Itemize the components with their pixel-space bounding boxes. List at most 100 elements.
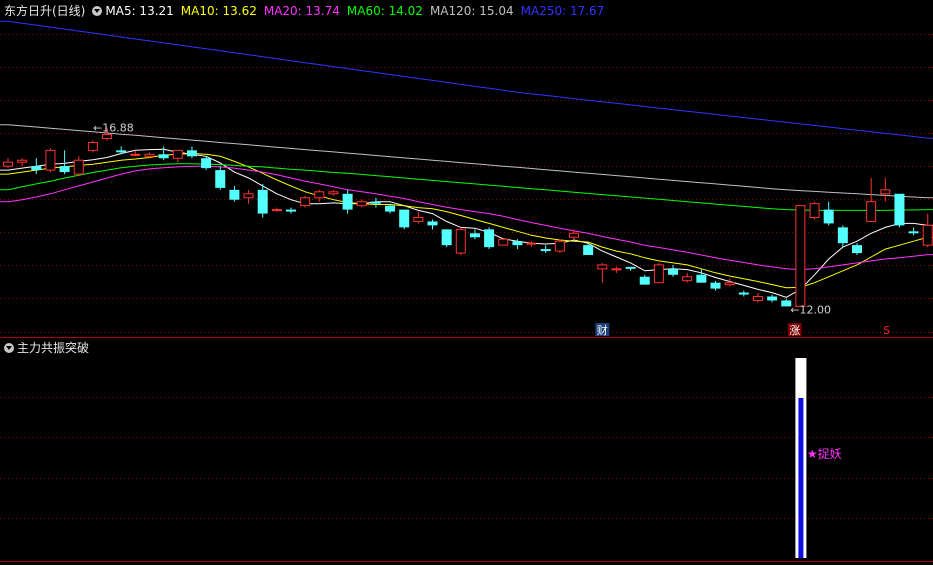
candlestick-series[interactable]: [3, 127, 933, 307]
main-chart-header: 东方日升(日线) MA5: 13.21 MA10: 13.62 MA20: 13…: [4, 3, 611, 19]
candle[interactable]: [526, 241, 537, 248]
candle-body-up: [554, 240, 565, 252]
candle[interactable]: [710, 280, 721, 291]
candle-body-up: [724, 282, 735, 286]
candle-body-up: [130, 153, 141, 156]
candle-body-down: [767, 296, 778, 301]
candle[interactable]: [158, 146, 169, 161]
candle[interactable]: [469, 229, 480, 240]
candle[interactable]: [795, 205, 806, 307]
candle[interactable]: [441, 229, 452, 248]
candle-body-down: [484, 229, 495, 248]
candle[interactable]: [201, 156, 212, 171]
candle[interactable]: [639, 274, 650, 285]
candle-body-down: [399, 209, 410, 228]
candle[interactable]: [682, 272, 693, 283]
candle[interactable]: [73, 156, 84, 177]
candle[interactable]: [823, 201, 834, 226]
candle-body-down: [894, 193, 905, 226]
candle[interactable]: [597, 262, 608, 283]
candle[interactable]: [837, 225, 848, 248]
ma250-label: MA250: 17.67: [520, 4, 605, 18]
candle[interactable]: [724, 278, 735, 287]
moving-average-lines: [0, 20, 933, 298]
candle-body-down: [908, 231, 919, 234]
dropdown-circle-icon[interactable]: [4, 343, 14, 353]
candle[interactable]: [653, 262, 664, 284]
candle[interactable]: [668, 264, 679, 277]
candle[interactable]: [186, 146, 197, 159]
candle[interactable]: [880, 178, 891, 202]
candle-body-up: [300, 197, 311, 207]
candle-body-up: [795, 205, 806, 307]
indicator-title[interactable]: 主力共振突破: [17, 340, 89, 356]
candle[interactable]: [356, 199, 367, 208]
candle-body-down: [469, 233, 480, 238]
candle[interactable]: [908, 227, 919, 236]
candle[interactable]: [498, 238, 509, 246]
candle-body-up: [243, 193, 254, 199]
candle[interactable]: [455, 227, 466, 256]
candle[interactable]: [31, 158, 42, 175]
candle[interactable]: [569, 229, 579, 240]
candle[interactable]: [3, 158, 13, 169]
candle-body-down: [31, 166, 42, 171]
candle-body-up: [653, 264, 664, 284]
candle[interactable]: [894, 193, 905, 228]
candle-body-up: [498, 238, 509, 246]
candle[interactable]: [271, 207, 282, 212]
candle[interactable]: [625, 266, 636, 271]
candle[interactable]: [922, 213, 933, 248]
candle[interactable]: [17, 158, 28, 167]
candle[interactable]: [767, 294, 778, 303]
s-marker[interactable]: S: [883, 324, 890, 337]
candle[interactable]: [229, 185, 240, 202]
candle[interactable]: [257, 183, 268, 218]
ma5-label: MA5: 13.21: [105, 4, 174, 18]
ma20-label: MA20: 13.74: [263, 4, 340, 18]
candle-body-up: [413, 217, 424, 222]
candle[interactable]: [215, 166, 226, 190]
candle-body-up: [271, 209, 282, 212]
candle-body-down: [738, 292, 749, 295]
candle-body-down: [625, 266, 636, 269]
candle-body-up: [87, 141, 98, 151]
candle[interactable]: [696, 268, 707, 283]
candle[interactable]: [809, 201, 820, 220]
candle-body-down: [837, 227, 848, 244]
candle-body-up: [922, 224, 933, 246]
candle[interactable]: [752, 292, 763, 303]
candle[interactable]: [554, 239, 565, 254]
chart-canvas: ★捉妖 ←16.88 ←12.00 财 涨 S: [0, 20, 933, 562]
candle[interactable]: [427, 219, 438, 230]
candle-body-up: [45, 149, 56, 171]
candle-body-down: [512, 241, 523, 246]
candle-body-up: [356, 201, 367, 207]
candle[interactable]: [540, 245, 551, 254]
candle-body-down: [540, 249, 551, 252]
grid-lines: [0, 34, 933, 562]
candle[interactable]: [399, 209, 410, 230]
candle[interactable]: [611, 266, 622, 273]
candle[interactable]: [300, 195, 311, 208]
candle[interactable]: [45, 148, 56, 173]
candle[interactable]: [342, 189, 353, 214]
candle-body-up: [172, 149, 183, 159]
candle[interactable]: [243, 189, 254, 204]
candle[interactable]: [484, 227, 495, 250]
candle[interactable]: [413, 211, 424, 224]
candle[interactable]: [286, 207, 296, 214]
dropdown-circle-icon[interactable]: [92, 6, 103, 16]
candle-body-up: [73, 159, 84, 175]
candle[interactable]: [738, 290, 749, 297]
candle-body-up: [17, 159, 28, 163]
candle[interactable]: [87, 140, 98, 153]
candle[interactable]: [852, 243, 862, 256]
candle-body-up: [597, 264, 608, 270]
candle[interactable]: [172, 149, 183, 163]
candle[interactable]: [328, 189, 339, 196]
finance-marker[interactable]: 财: [597, 323, 608, 337]
stock-title[interactable]: 东方日升(日线): [4, 3, 85, 19]
candle[interactable]: [59, 150, 70, 175]
limit-up-marker[interactable]: 涨: [789, 324, 800, 337]
